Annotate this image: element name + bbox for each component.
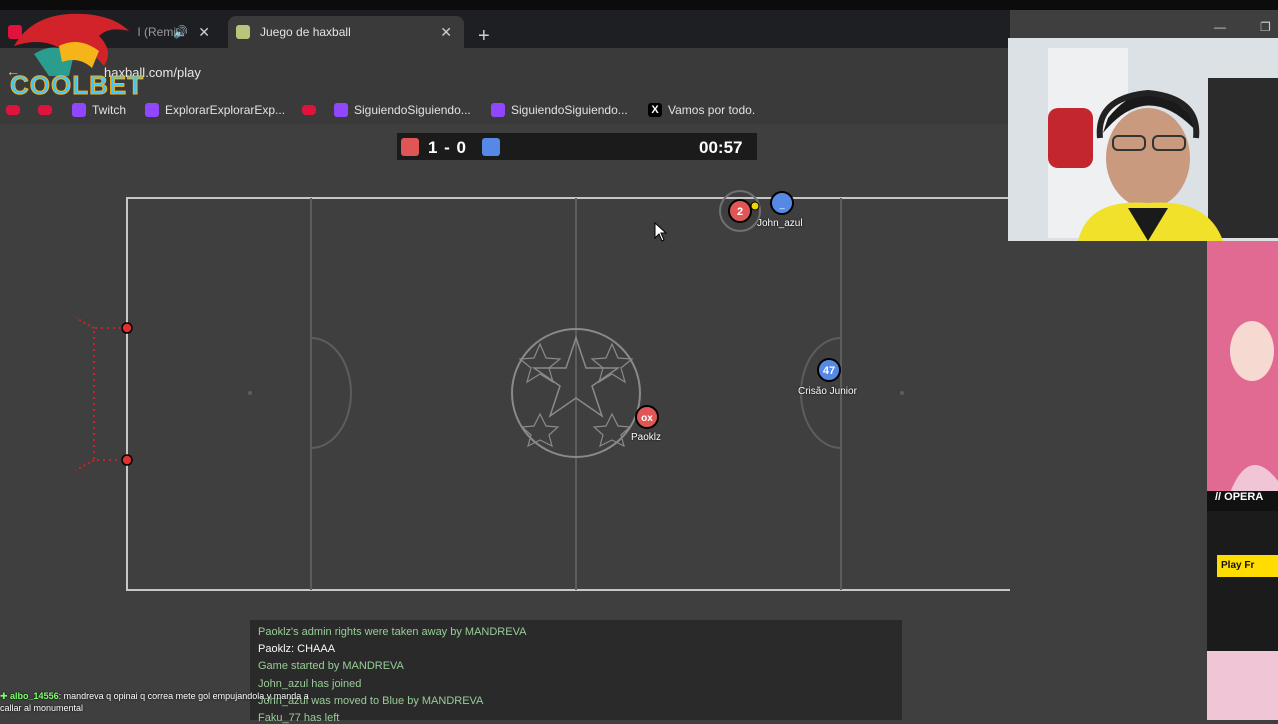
bookmark-label: Vamos por todo. <box>668 103 756 117</box>
bookmark-youtube[interactable] <box>302 102 322 118</box>
bookmark-item[interactable]: X Vamos por todo. <box>648 102 755 118</box>
new-tab-button[interactable]: + <box>478 26 490 46</box>
chat-badge-icon: ✚ <box>0 691 11 701</box>
browser-tab-strip: Ra I (Remi 🔊 ✕ Juego de haxball ✕ + <box>0 10 1010 48</box>
chat-username: albo_14556 <box>10 691 59 701</box>
ball <box>750 201 760 211</box>
screen-top-bar <box>0 0 1278 10</box>
stream-chat-message: ✚ albo_14556: mandreva q opinai q correa… <box>0 690 310 720</box>
bookmark-item[interactable]: Twitch <box>72 102 126 118</box>
coolbet-logo-text: COOLBET <box>9 70 145 101</box>
chat-line: Paoklz's admin rights were taken away by… <box>258 626 527 638</box>
youtube-icon <box>38 105 52 115</box>
twitch-icon <box>145 103 159 117</box>
player-name: John_azul <box>757 218 803 229</box>
chat-line: John_azul has joined <box>258 678 362 690</box>
address-bar: ← haxball.com/play <box>0 48 1010 96</box>
side-advertisement <box>1207 241 1278 720</box>
youtube-icon <box>302 105 316 115</box>
restore-icon[interactable]: ❐ <box>1260 20 1271 34</box>
player-blue-john: _ <box>770 191 794 215</box>
tab-label: Juego de haxball <box>260 25 351 39</box>
close-icon[interactable]: ✕ <box>198 24 210 41</box>
tab-active[interactable]: Juego de haxball ✕ <box>228 16 464 48</box>
haxball-field: 2 _ 47 ox <box>0 124 1010 620</box>
player-number: 2 <box>737 206 743 218</box>
ad-play-button[interactable]: Play Fr <box>1217 555 1278 577</box>
x-icon: X <box>648 103 662 117</box>
player-number: ox <box>641 413 653 424</box>
player-number: 47 <box>823 365 835 377</box>
youtube-icon <box>6 105 20 115</box>
ad-button-label: Play Fr <box>1221 560 1255 571</box>
bookmark-label: ExplorarExplorarExp... <box>165 103 286 117</box>
bookmark-youtube[interactable] <box>6 102 26 118</box>
bookmark-label: SiguiendoSiguiendo... <box>354 103 471 117</box>
twitch-icon <box>491 103 505 117</box>
player-red-ox: ox <box>635 405 659 429</box>
bookmark-label: SiguiendoSiguiendo... <box>511 103 628 117</box>
mouse-cursor-icon <box>654 222 668 242</box>
player-name: Paoklz <box>631 432 662 443</box>
score: 1 - 0 <box>428 138 468 157</box>
bookmark-item[interactable]: SiguiendoSiguiendo... <box>334 102 471 118</box>
right-spot <box>900 391 904 395</box>
ad-banner-text: // OPERA <box>1215 491 1264 503</box>
blue-team-badge <box>482 138 500 156</box>
chat-line: Paoklz: CHAAA <box>258 643 336 655</box>
bookmark-item[interactable]: SiguiendoSiguiendo... <box>491 102 628 118</box>
speaker-icon[interactable]: 🔊 <box>173 25 188 39</box>
twitch-icon <box>334 103 348 117</box>
chat-message: : mandreva q opinai q correa mete gol em… <box>58 691 309 701</box>
svg-text:_: _ <box>778 199 785 209</box>
close-icon[interactable]: ✕ <box>440 24 452 41</box>
streamer-webcam <box>1008 38 1278 241</box>
chat-line: Game started by MANDREVA <box>258 660 404 672</box>
red-team-badge <box>401 138 419 156</box>
anime-character-art <box>1207 241 1278 720</box>
game-chat: Paoklz's admin rights were taken away by… <box>250 620 902 724</box>
ad-banner: // OPERA <box>1207 491 1278 511</box>
twitch-icon <box>72 103 86 117</box>
bookmark-label: Twitch <box>92 103 127 117</box>
bookmarks-bar: Twitch ExplorarExplorarExp... SiguiendoS… <box>0 96 1010 125</box>
match-timer: 00:57 <box>699 138 743 157</box>
haxball-favicon <box>236 25 250 39</box>
player-name: Crisão Junior <box>798 386 857 397</box>
bookmark-item[interactable]: ExplorarExplorarExp... <box>145 102 285 118</box>
minimize-icon[interactable]: — <box>1214 20 1226 34</box>
player-blue-47: 47 <box>817 358 841 382</box>
chat-message-continued: callar al monumental <box>0 703 84 713</box>
bookmark-youtube[interactable] <box>38 102 58 118</box>
left-spot <box>248 391 252 395</box>
